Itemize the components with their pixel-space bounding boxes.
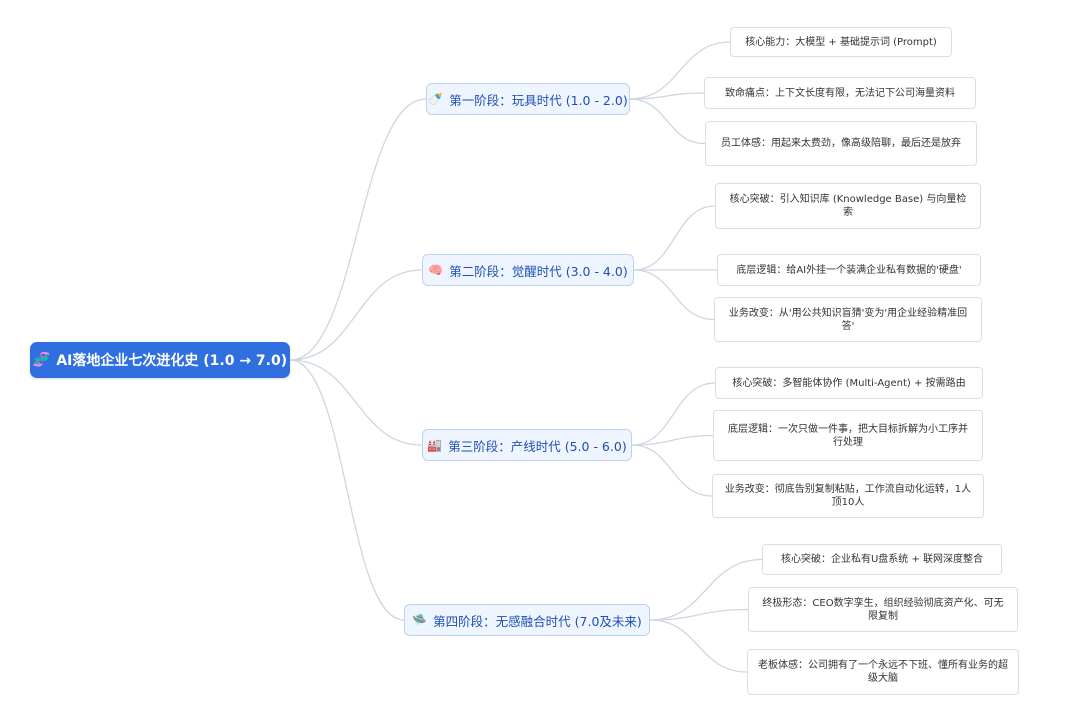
stage-2-to-item-3-line [633,269,715,321]
stage-3-item-3[interactable]: 业务改变：彻底告别复制粘贴，工作流自动化运转，1人顶10人 [712,474,984,518]
stage-4-to-item-3-line [649,619,748,673]
stage-1-item-3[interactable]: 员工体感：用起来太费劲，像高级陪聊，最后还是放弃 [705,121,977,166]
stage-3-to-item-3-line [631,444,713,497]
ufo-icon: 🛸 [412,613,428,627]
root-node[interactable]: 🧬 AI落地企业七次进化史 (1.0 → 7.0) [30,342,290,378]
stage-1-label: 第一阶段：玩具时代 (1.0 - 2.0) [449,92,628,108]
stage-3-label: 第三阶段：产线时代 (5.0 - 6.0) [448,438,627,454]
root-to-stage-4-line [289,359,405,621]
stage-3-item-1[interactable]: 核心突破：多智能体协作 (Multi-Agent) + 按需路由 [715,367,983,399]
baby-bottle-icon: 🍼 [428,92,444,106]
root-label: AI落地企业七次进化史 (1.0 → 7.0) [56,353,288,369]
brain-icon: 🧠 [428,263,444,277]
stage-4-label: 第四阶段：无感融合时代 (7.0及未来) [433,613,642,629]
root-to-stage-2-line [289,269,423,361]
stage-2-item-2[interactable]: 底层逻辑：给AI外挂一个装满企业私有数据的'硬盘' [717,254,981,286]
root-to-stage-1-line [289,98,427,361]
factory-icon: 🏭 [427,438,443,452]
stage-4-item-3[interactable]: 老板体感：公司拥有了一个永远不下班、懂所有业务的超级大脑 [747,649,1019,695]
stage-2-label: 第二阶段：觉醒时代 (3.0 - 4.0) [449,263,628,279]
stage-3-node[interactable]: 🏭 第三阶段：产线时代 (5.0 - 6.0) [422,429,632,461]
stage-2-item-3[interactable]: 业务改变：从'用公共知识盲猜'变为'用企业经验精准回答' [714,297,982,342]
stage-3-item-2[interactable]: 底层逻辑：一次只做一件事，把大目标拆解为小工序并行处理 [713,410,983,461]
stage-2-item-1[interactable]: 核心突破：引入知识库 (Knowledge Base) 与向量检索 [715,183,981,229]
stage-1-to-item-2-line [629,92,705,100]
stage-1-item-2[interactable]: 致命痛点：上下文长度有限，无法记下公司海量资料 [704,77,976,109]
stage-1-node[interactable]: 🍼 第一阶段：玩具时代 (1.0 - 2.0) [426,83,630,115]
stage-1-item-1[interactable]: 核心能力：大模型 + 基础提示词 (Prompt) [730,27,952,57]
stage-4-node[interactable]: 🛸 第四阶段：无感融合时代 (7.0及未来) [404,604,650,636]
stage-4-item-1[interactable]: 核心突破：企业私有U盘系统 + 联网深度整合 [762,544,1002,575]
stage-1-to-item-3-line [629,98,706,145]
stage-2-to-item-1-line [633,205,716,271]
stage-4-item-2[interactable]: 终极形态：CEO数字孪生，组织经验彻底资产化、可无限复制 [748,587,1018,632]
stage-4-to-item-1-line [649,558,763,621]
stage-2-node[interactable]: 🧠 第二阶段：觉醒时代 (3.0 - 4.0) [422,254,634,286]
dna-icon: 🧬 [32,352,51,368]
